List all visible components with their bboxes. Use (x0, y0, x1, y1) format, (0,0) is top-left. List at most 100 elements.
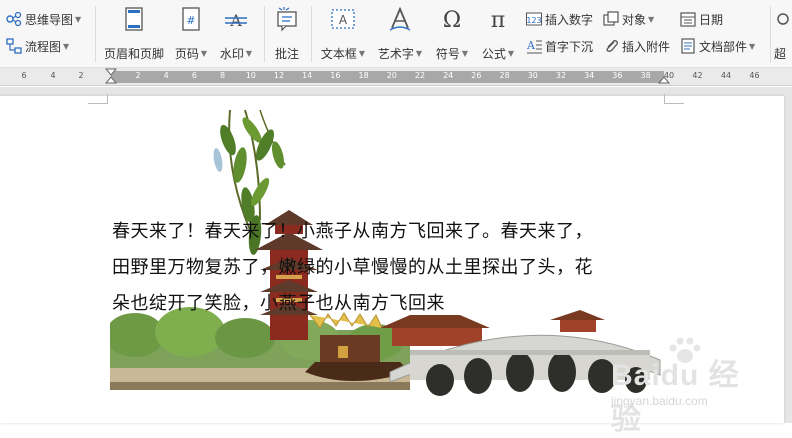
chevron-down-icon[interactable]: ▼ (63, 42, 69, 51)
textbox-icon: A (330, 6, 356, 32)
page-number-label: 页码 (174, 46, 199, 61)
svg-text:123: 123 (526, 16, 541, 25)
textbox-label: 文本框 (320, 46, 357, 61)
formula-button[interactable]: π 公式 ▼ (478, 6, 518, 62)
hyperlink-label: 超 (774, 46, 787, 61)
svg-text:#: # (186, 14, 195, 27)
flowchart-label: 流程图 (25, 39, 62, 54)
chevron-down-icon[interactable]: ▼ (462, 49, 468, 58)
comment-label: 批注 (274, 46, 299, 61)
watermark-icon: A (223, 6, 249, 32)
date-button[interactable]: 日期 (680, 8, 723, 30)
omega-icon: Ω (439, 6, 465, 33)
ribbon-separator (770, 6, 771, 62)
insert-ribbon: 思维导图 ▼ 流程图 ▼ 页眉和页脚 # 页码 ▼ A 水印 ▼ 批注 A 文本… (0, 0, 792, 68)
object-label: 对象 (622, 12, 647, 27)
ruler-number: 30 (527, 71, 538, 80)
flowchart-icon (6, 38, 22, 54)
horizontal-ruler[interactable]: 6 4 2 2 4 6 8 10 12 14 16 18 20 22 24 26 28 30 32 34 36 38 40 4… (0, 68, 792, 86)
ruler-number: 6 (191, 71, 197, 80)
insert-number-label: 插入数字 (545, 12, 594, 27)
ribbon-separator (311, 6, 312, 62)
page-number-button[interactable]: # 页码 ▼ (172, 6, 210, 62)
calendar-icon (680, 11, 696, 27)
mindmap-icon (6, 11, 22, 27)
watermark-button[interactable]: A 水印 ▼ (216, 6, 256, 62)
ruler-number: 34 (584, 71, 595, 80)
ruler-number: 26 (471, 71, 482, 80)
document-body-text[interactable]: 春天来了！春天来了！小燕子从南方飞回来了。春天来了， 田野里万物复苏了，嫩绿的小… (112, 214, 672, 322)
watermark-url: jingyan.baidu.com (611, 394, 708, 408)
svg-text:A: A (229, 11, 242, 30)
ruler-number: 12 (273, 71, 285, 80)
ruler-number: 2 (78, 71, 84, 80)
ruler-number: 46 (749, 71, 760, 80)
flowchart-button[interactable]: 流程图 ▼ (6, 35, 69, 57)
ruler-number: 14 (302, 71, 313, 80)
wordart-button[interactable]: 艺术字 ▼ (375, 6, 425, 62)
mindmap-button[interactable]: 思维导图 ▼ (6, 8, 81, 30)
comment-icon (274, 6, 300, 32)
ruler-number: 32 (555, 71, 567, 80)
ruler-number: 16 (330, 71, 341, 80)
attachment-button[interactable]: 插入附件 (603, 35, 670, 57)
wordart-icon (387, 6, 413, 32)
comment-button[interactable]: 批注 (270, 6, 304, 62)
doc-parts-icon (680, 38, 696, 54)
first-line-indent-marker[interactable] (104, 68, 118, 86)
page-number-icon: # (178, 6, 204, 32)
right-indent-marker[interactable] (657, 68, 671, 86)
symbol-button[interactable]: Ω 符号 ▼ (433, 6, 471, 62)
ribbon-separator (95, 6, 96, 62)
ruler-number: 18 (358, 71, 369, 80)
header-footer-button[interactable]: 页眉和页脚 (102, 6, 166, 62)
object-button[interactable]: 对象 ▼ (603, 8, 654, 30)
link-icon (774, 6, 792, 32)
ruler-number: 4 (163, 71, 169, 80)
ruler-number: 8 (220, 71, 226, 80)
chevron-down-icon[interactable]: ▼ (201, 49, 207, 58)
ruler-number: 22 (414, 71, 426, 80)
ruler-number: 2 (135, 71, 141, 80)
svg-text:A: A (339, 13, 348, 27)
symbol-label: 符号 (435, 46, 460, 61)
baidu-watermark: Baidu 经验 jingyan.baidu.com (605, 336, 755, 436)
ruler-number: 42 (692, 71, 703, 80)
formula-label: 公式 (481, 46, 506, 61)
pi-icon: π (485, 6, 511, 33)
chevron-down-icon[interactable]: ▼ (648, 15, 654, 24)
date-label: 日期 (699, 12, 724, 27)
ruler-number: 28 (499, 71, 510, 80)
object-icon (603, 11, 619, 27)
ruler-number: 10 (245, 71, 256, 80)
ruler-number: 44 (720, 71, 732, 80)
page-corner-mark (664, 94, 684, 104)
ruler-number: 4 (50, 71, 56, 80)
ruler-number: 20 (386, 71, 397, 80)
chevron-down-icon[interactable]: ▼ (359, 49, 365, 58)
mindmap-label: 思维导图 (25, 12, 74, 27)
header-footer-icon (121, 6, 147, 32)
chevron-down-icon[interactable]: ▼ (508, 49, 514, 58)
insert-number-button[interactable]: 123 插入数字 (526, 8, 593, 30)
wordart-label: 艺术字 (377, 46, 414, 61)
ribbon-separator (264, 6, 265, 62)
attachment-label: 插入附件 (622, 39, 671, 54)
doc-parts-button[interactable]: 文档部件 ▼ (680, 35, 755, 57)
watermark-label: 水印 (219, 46, 244, 61)
chevron-down-icon[interactable]: ▼ (246, 49, 252, 58)
chevron-down-icon[interactable]: ▼ (75, 15, 81, 24)
hyperlink-button[interactable]: 超 (774, 6, 792, 62)
page-corner-mark (88, 94, 108, 104)
chevron-down-icon[interactable]: ▼ (416, 49, 422, 58)
drop-cap-label: 首字下沉 (545, 39, 594, 54)
textbox-button[interactable]: A 文本框 ▼ (317, 6, 369, 62)
svg-text:Ω: Ω (443, 8, 461, 32)
drop-cap-button[interactable]: A 首字下沉 (526, 35, 593, 57)
paperclip-icon (603, 38, 619, 54)
header-footer-label: 页眉和页脚 (103, 46, 164, 61)
drop-cap-icon: A (526, 38, 542, 54)
doc-parts-label: 文档部件 (699, 39, 748, 54)
ruler-number: 36 (612, 71, 623, 80)
chevron-down-icon[interactable]: ▼ (749, 42, 755, 51)
